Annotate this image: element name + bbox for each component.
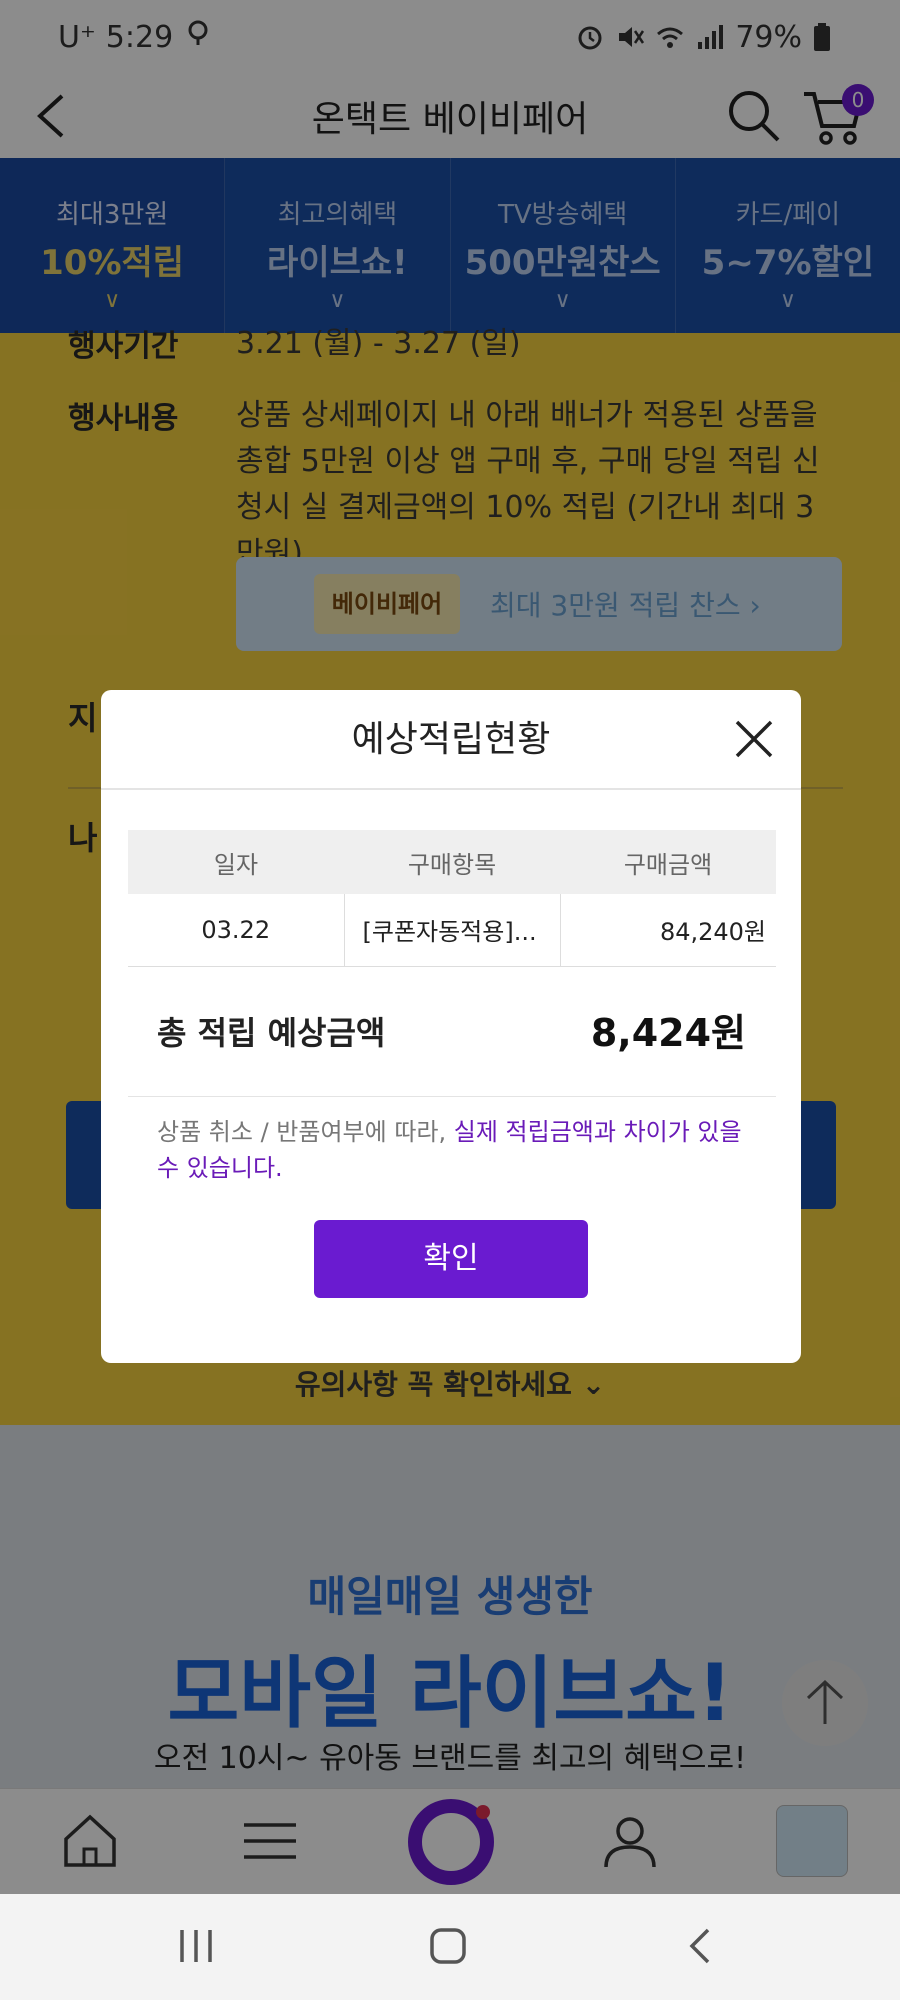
cell-date: 03.22 [128,894,344,967]
header-amount: 구매금액 [560,830,776,894]
table-header-row: 일자 구매항목 구매금액 [128,830,776,894]
close-icon[interactable] [731,716,777,762]
header-date: 일자 [128,830,344,894]
back-system-icon[interactable] [680,1924,720,1968]
cell-amount: 84,240원 [559,894,776,967]
confirm-button[interactable]: 확인 [314,1220,588,1298]
system-navigation [0,1894,900,2000]
total-value: 8,424원 [590,1011,746,1055]
reward-estimate-modal: 예상적립현황 일자 구매항목 구매금액 03.22 [쿠폰자동적용]... 84… [101,690,801,1363]
total-label: 총 적립 예상금액 [157,1014,386,1052]
cell-item: [쿠폰자동적용]... [343,894,560,967]
home-system-icon[interactable] [426,1924,470,1968]
table-row: 03.22 [쿠폰자동적용]... 84,240원 [128,894,776,967]
header-item: 구매항목 [344,830,560,894]
recent-apps-icon[interactable] [176,1924,216,1968]
reward-table: 일자 구매항목 구매금액 03.22 [쿠폰자동적용]... 84,240원 [128,830,776,967]
divider [128,1096,776,1097]
notice-text: 상품 취소 / 반품여부에 따라, 실제 적립금액과 차이가 있을 수 있습니다… [157,1114,757,1186]
modal-title: 예상적립현황 [101,690,801,790]
notice-plain: 상품 취소 / 반품여부에 따라, [157,1118,454,1146]
